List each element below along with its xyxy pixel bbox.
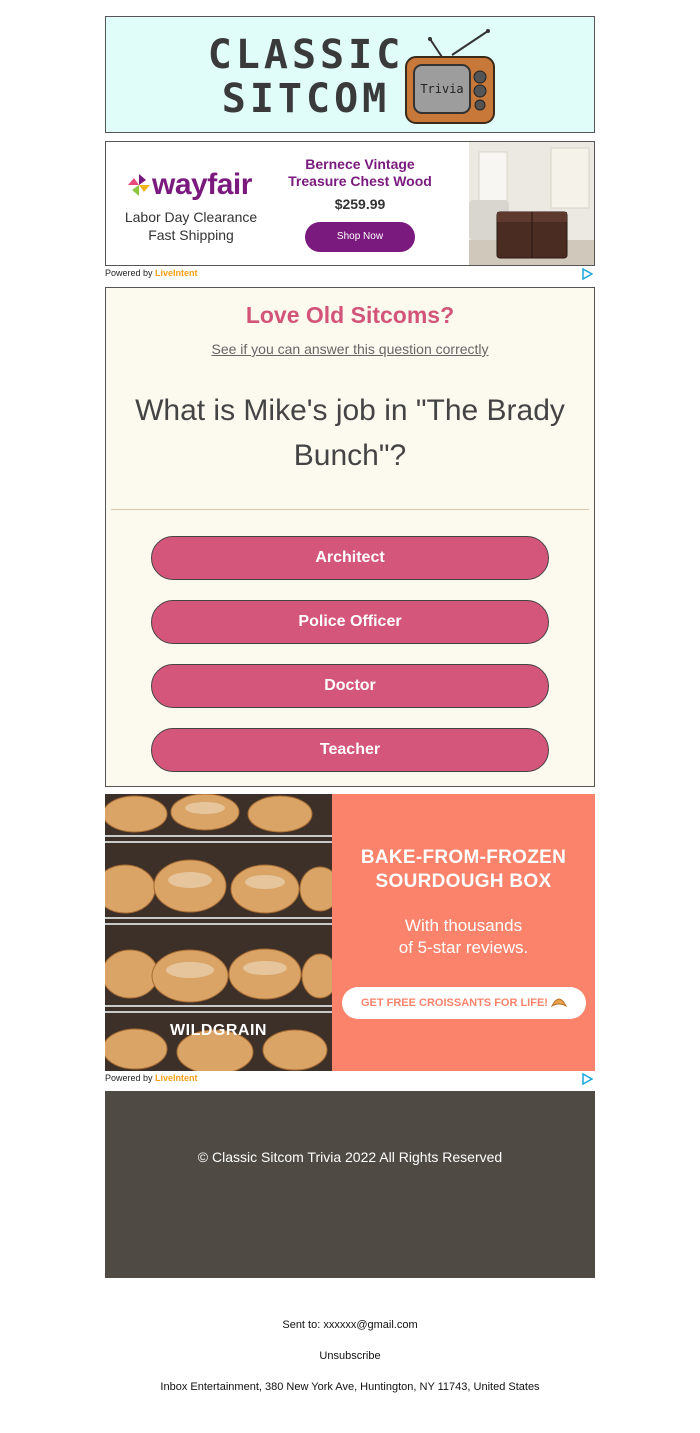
promo-title: BAKE-FROM-FROZEN SOURDOUGH BOX (360, 847, 567, 892)
wayfair-pinwheel-icon (128, 174, 150, 196)
answer-button[interactable]: Teacher (151, 728, 549, 772)
answer-button[interactable]: Architect (151, 536, 549, 580)
tv-icon: Trivia (405, 29, 495, 124)
free-croissants-button[interactable]: GET FREE CROISSANTS FOR LIFE! (342, 987, 586, 1019)
trivia-question: What is Mike's job in "The Brady Bunch"? (135, 394, 565, 472)
wildgrain-ad[interactable]: WILDGRAIN BAKE-FROM-FROZEN SOURDOUGH BOX… (105, 794, 595, 1071)
liveintent-logo: LiveIntent (155, 1073, 198, 1083)
liveintent-logo: LiveIntent (155, 268, 198, 278)
divider (111, 509, 589, 510)
promo-body: With thousands of 5-star reviews. (398, 916, 529, 957)
header-banner[interactable]: CLASSIC SITCOM Trivia (105, 16, 595, 133)
wildgrain-logo: WILDGRAIN (170, 1022, 267, 1039)
sent-to-text: Sent to: xxxxxx@gmail.com (282, 1319, 418, 1331)
answer-button[interactable]: Doctor (151, 664, 549, 708)
answer-button[interactable]: Police Officer (151, 600, 549, 644)
mailing-address: Inbox Entertainment, 380 New York Ave, H… (160, 1381, 540, 1393)
trivia-card: Love Old Sitcoms? See if you can answer … (105, 287, 595, 787)
product-price: $259.99 (334, 196, 386, 212)
croissant-icon (550, 998, 568, 1008)
tv-label: Trivia (420, 82, 463, 96)
trivia-headline: Love Old Sitcoms? (245, 302, 455, 328)
wayfair-logo: wayfair (126, 168, 252, 202)
adchoices-icon[interactable] (581, 1073, 593, 1085)
site-logo-text: CLASSIC SITCOM (207, 32, 405, 122)
wayfair-ad[interactable]: wayfair Labor Day Clearance Fast Shippin… (105, 141, 595, 266)
adchoices-icon[interactable] (581, 268, 593, 280)
unsubscribe-link[interactable]: Unsubscribe (0, 1350, 700, 1362)
trivia-subheadline-link[interactable]: See if you can answer this question corr… (106, 341, 594, 357)
product-photo[interactable] (469, 142, 594, 265)
product-name: Bernece Vintage Treasure Chest Wood (288, 156, 432, 189)
shop-now-button[interactable]: Shop Now (305, 222, 415, 252)
liveintent-attribution[interactable]: Powered by LiveIntent (105, 268, 595, 280)
copyright-text: © Classic Sitcom Trivia 2022 All Rights … (197, 1149, 503, 1165)
footer: © Classic Sitcom Trivia 2022 All Rights … (105, 1091, 595, 1278)
promo-panel[interactable]: BAKE-FROM-FROZEN SOURDOUGH BOX With thou… (332, 794, 595, 1071)
sourdough-photo[interactable]: WILDGRAIN (105, 794, 332, 1071)
wayfair-brand-name: wayfair (152, 168, 252, 201)
wayfair-tagline: Labor Day Clearance Fast Shipping (124, 209, 258, 243)
liveintent-attribution[interactable]: Powered by LiveIntent (105, 1073, 595, 1085)
